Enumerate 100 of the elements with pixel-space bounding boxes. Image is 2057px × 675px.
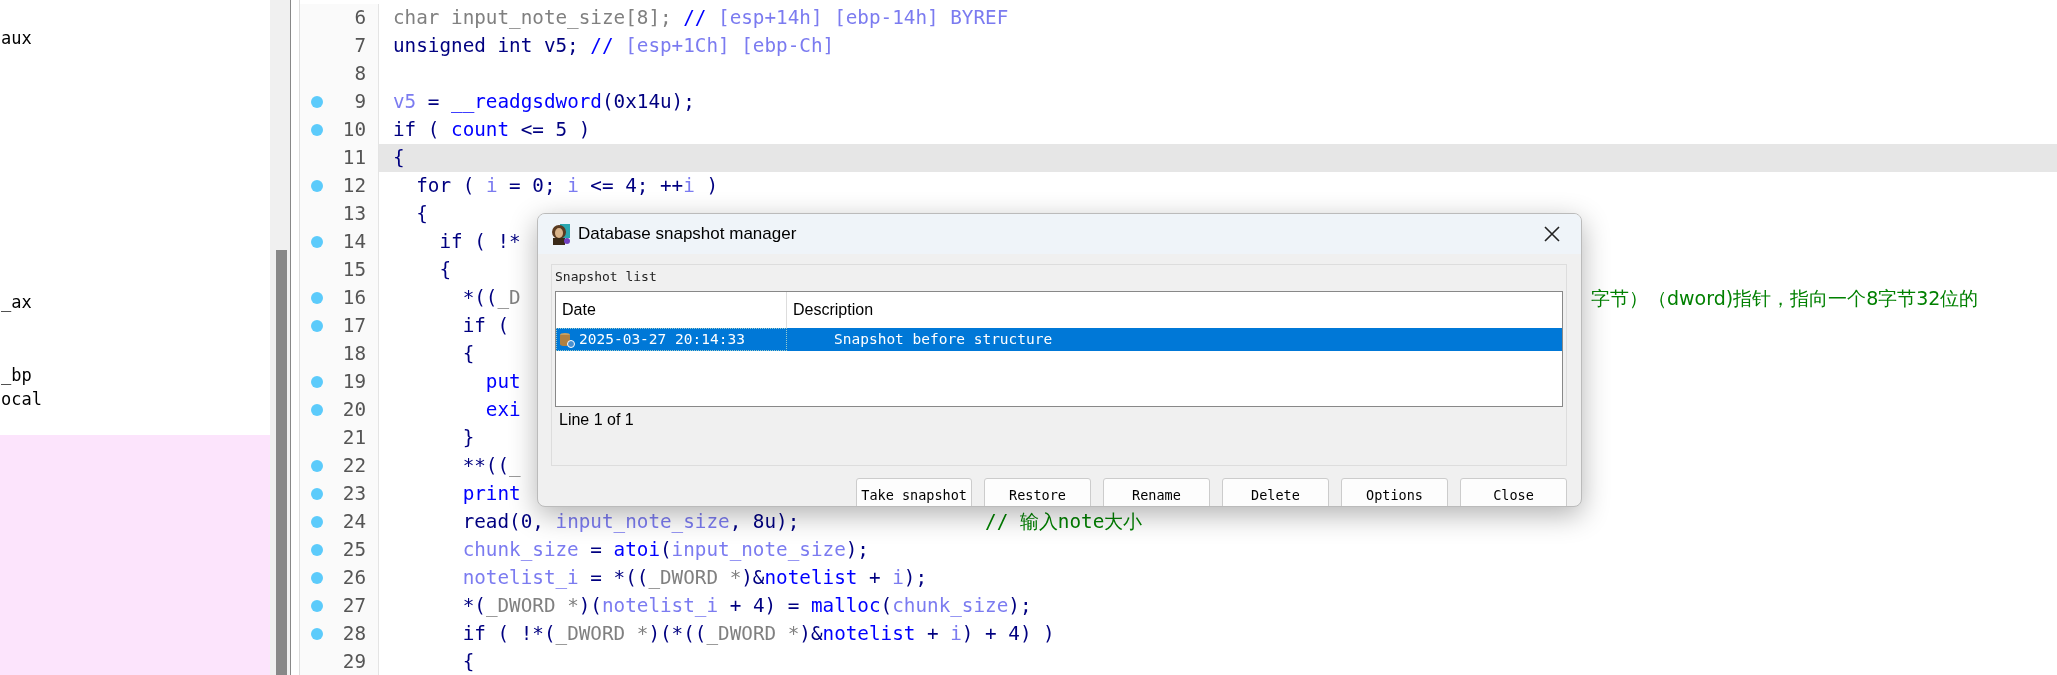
code-text: = [426,90,441,113]
type-text: _ [509,454,521,477]
code-text: ); [903,566,927,589]
symbol-name[interactable]: ocal [1,387,42,411]
breakpoint-dot[interactable] [311,124,323,136]
function-text: exi [484,398,521,421]
symbol-name[interactable]: _ax [1,290,32,314]
snapshot-row[interactable]: 2025-03-27 20:14:33 Snapshot before structure [556,328,1562,351]
code-text: if ( !* [438,230,521,253]
line-number: 28 [342,621,366,647]
group-label: Snapshot list [555,269,658,286]
type-text: _D [497,286,521,309]
function-text: malloc [810,594,881,617]
breakpoint-dot[interactable] [311,628,323,640]
breakpoint-dot[interactable] [311,516,323,528]
line-number: 26 [342,565,366,591]
code-text: + 4) = [728,594,801,617]
line-number: 16 [342,285,366,311]
line-number: 17 [342,313,366,339]
code-text: *(( [461,286,498,309]
line-number: 15 [342,257,366,283]
type-text: _DWORD * [485,594,579,617]
line-number: 18 [342,341,366,367]
line-number: 22 [342,453,366,479]
dialog-button[interactable]: Rename [1103,478,1210,506]
code-comment: 字节）（dword)指针，指向一个8字节32位的 [1591,286,1979,311]
line-number: 25 [342,537,366,563]
variable-text: i [567,174,579,197]
code-text: = [589,538,603,561]
code-text: + [867,566,882,589]
line-number: 10 [342,117,366,143]
variable-text: i [892,566,904,589]
code-text: } [461,426,475,449]
dialog-button[interactable]: Delete [1222,478,1329,506]
breakpoint-dot[interactable] [311,460,323,472]
breakpoint-dot[interactable] [311,404,323,416]
code-text: ( [880,594,893,617]
dialog-button[interactable]: Take snapshot [856,478,972,506]
code-text: ( [660,538,672,561]
code-text: { [461,342,475,365]
dialog-button[interactable]: Options [1341,478,1448,506]
breakpoint-dot[interactable] [311,376,323,388]
variable-text: [esp+1Ch] [ebp-Ch] [625,34,835,57]
symbol-name[interactable]: aux [1,26,32,50]
status-text: Line 1 of 1 [558,410,635,430]
code-text: ) + 4) ) [961,622,1055,645]
breakpoint-dot[interactable] [311,180,323,192]
line-number: 7 [354,33,366,59]
function-text: __readgsdword [451,90,602,113]
line-number: 23 [342,481,366,507]
line-number: 11 [342,145,366,171]
code-text: unsigned int v5; [393,34,580,57]
type-text: _DWORD * [555,622,649,645]
scrollbar-thumb[interactable] [276,250,287,675]
code-text: for ( [415,174,476,197]
variable-text: chunk_size [892,594,1009,617]
column-header[interactable]: Description [787,292,1562,328]
breakpoint-dot[interactable] [311,544,323,556]
code-text: read(0, [461,510,545,533]
function-text: atoi [613,538,660,561]
code-text: = 0; [508,174,557,197]
line-number: 20 [342,397,366,423]
code-text: { [393,146,405,169]
breakpoint-dot[interactable] [311,236,323,248]
dialog-button[interactable]: Restore [984,478,1091,506]
function-text: print [461,482,521,505]
function-text: count [451,118,510,141]
dialog-title: Database snapshot manager [578,224,798,244]
breakpoint-dot[interactable] [311,488,323,500]
portrait-icon [550,223,572,245]
type-text: _DWORD * [648,566,742,589]
variable-text: chunk_size [461,538,579,561]
type-text: char input_note_size[8]; [393,6,673,29]
close-icon [1544,226,1560,242]
breakpoint-dot[interactable] [311,320,323,332]
line-number: 14 [342,229,366,255]
variable-text: input_note_size [555,510,730,533]
breakpoint-dot[interactable] [311,600,323,612]
dialog-button[interactable]: Close [1460,478,1567,506]
line-number: 12 [342,173,366,199]
code-text: = *(( [589,566,649,589]
code-text: if ( [461,314,510,337]
line-number: 6 [354,5,366,31]
breakpoint-dot[interactable] [311,572,323,584]
code-comment: // 输入note大小 [985,510,1143,533]
breakpoint-dot[interactable] [311,96,323,108]
variable-text: i [485,174,498,197]
snapshot-description: Snapshot before structure [834,331,1053,347]
variable-text: v5 [393,90,417,113]
variable-text: i [683,174,695,197]
symbol-name[interactable]: _bp [1,363,32,387]
code-text: **(( [461,454,510,477]
variable-text: input_note_size [671,538,846,561]
code-text: { [415,202,428,225]
line-number: 29 [342,649,366,675]
breakpoint-dot[interactable] [311,292,323,304]
code-text: <= 4; ++ [589,174,684,197]
code-text: )( [578,594,602,617]
line-number: 19 [342,369,366,395]
code-text: ); [1008,594,1032,617]
